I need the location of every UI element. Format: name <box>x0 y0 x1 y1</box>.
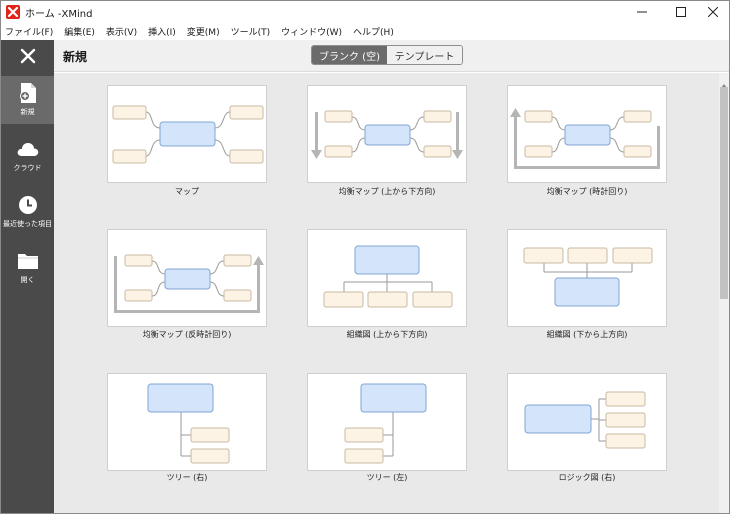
template-label: ロジック図 (右) <box>558 473 616 482</box>
mode-tabs: ブランク (空) テンプレート <box>311 45 463 65</box>
org-up-thumbnail <box>523 247 653 307</box>
new-file-icon <box>18 81 38 105</box>
template-label: ツリー (右) <box>166 473 208 482</box>
menu-file[interactable]: ファイル(F) <box>5 25 53 38</box>
template-card-balanced-ccw[interactable] <box>107 229 267 327</box>
title-bar: ホーム -XMind <box>1 1 729 23</box>
menu-edit[interactable]: 編集(E) <box>64 25 95 38</box>
logic-right-thumbnail <box>524 391 646 449</box>
tab-template[interactable]: テンプレート <box>387 46 462 64</box>
sidebar-item-open[interactable]: 開く <box>1 244 54 292</box>
sidebar-item-recent[interactable]: 最近使った項目 <box>1 188 54 236</box>
template-card-balanced-down[interactable] <box>307 85 467 183</box>
window-title: ホーム -XMind <box>25 9 93 20</box>
template-card-map[interactable] <box>107 85 267 183</box>
template-label: 組織図 (下から上方向) <box>546 330 628 339</box>
xmind-logo-icon <box>6 5 20 19</box>
content-header: 新規 ブランク (空) テンプレート <box>54 40 729 72</box>
menu-tools[interactable]: ツール(T) <box>231 25 271 38</box>
vertical-scrollbar[interactable] <box>719 73 729 513</box>
template-card-org-down[interactable] <box>307 229 467 327</box>
sidebar-item-cloud[interactable]: クラウド <box>1 132 54 180</box>
folder-icon <box>17 249 39 273</box>
sidebar-item-label: 新規 <box>20 108 35 116</box>
scroll-up-arrow-icon[interactable] <box>720 75 728 88</box>
sidebar-item-label: クラウド <box>13 164 42 172</box>
cloud-icon <box>16 137 40 161</box>
sidebar-item-label: 開く <box>20 276 35 284</box>
menu-view[interactable]: 表示(V) <box>106 25 137 38</box>
scroll-thumb[interactable] <box>720 87 728 299</box>
template-card-balanced-cw[interactable] <box>507 85 667 183</box>
menu-modify[interactable]: 変更(M) <box>187 25 220 38</box>
menu-insert[interactable]: 挿入(I) <box>148 25 176 38</box>
template-label: マップ <box>175 187 199 196</box>
balanced-ccw-thumbnail <box>114 254 264 313</box>
page-title: 新規 <box>63 50 88 64</box>
balanced-down-thumbnail <box>311 110 463 159</box>
tree-right-thumbnail <box>147 383 230 464</box>
close-icon <box>708 7 718 17</box>
minimize-button[interactable] <box>625 1 659 23</box>
sidebar: 新規 クラウド 最近使った項目 開く <box>1 40 54 513</box>
balanced-cw-thumbnail <box>510 108 660 169</box>
sidebar-item-new[interactable]: 新規 <box>1 76 54 124</box>
template-gallery: マップ 均衡マップ (上から下方向) 均衡マップ (時計回り) 均衡マップ (反… <box>54 73 719 513</box>
tree-left-thumbnail <box>344 383 427 464</box>
menu-window[interactable]: ウィンドウ(W) <box>281 25 342 38</box>
map-thumbnail <box>112 105 264 164</box>
org-down-thumbnail <box>323 245 453 308</box>
template-card-tree-right[interactable] <box>107 373 267 471</box>
maximize-button[interactable] <box>664 1 698 23</box>
template-card-org-up[interactable] <box>507 229 667 327</box>
app-window: ホーム -XMind ファイル(F) 編集(E) 表示(V) 挿入(I) 変更(… <box>0 0 730 514</box>
close-home-button[interactable] <box>1 40 54 72</box>
template-label: 均衡マップ (上から下方向) <box>338 187 436 196</box>
template-label: 組織図 (上から下方向) <box>346 330 428 339</box>
template-label: 均衡マップ (反時計回り) <box>142 330 232 339</box>
template-label: 均衡マップ (時計回り) <box>546 187 628 196</box>
minimize-icon <box>637 11 647 13</box>
template-label: ツリー (左) <box>366 473 408 482</box>
menu-help[interactable]: ヘルプ(H) <box>353 25 394 38</box>
tab-blank[interactable]: ブランク (空) <box>312 46 387 64</box>
sidebar-item-label: 最近使った項目 <box>3 220 52 228</box>
clock-icon <box>18 193 38 217</box>
close-window-button[interactable] <box>696 1 729 23</box>
maximize-icon <box>676 7 686 17</box>
template-card-logic-right[interactable] <box>507 373 667 471</box>
template-card-tree-left[interactable] <box>307 373 467 471</box>
close-icon <box>20 48 35 64</box>
menu-bar: ファイル(F) 編集(E) 表示(V) 挿入(I) 変更(M) ツール(T) ウ… <box>1 23 729 40</box>
